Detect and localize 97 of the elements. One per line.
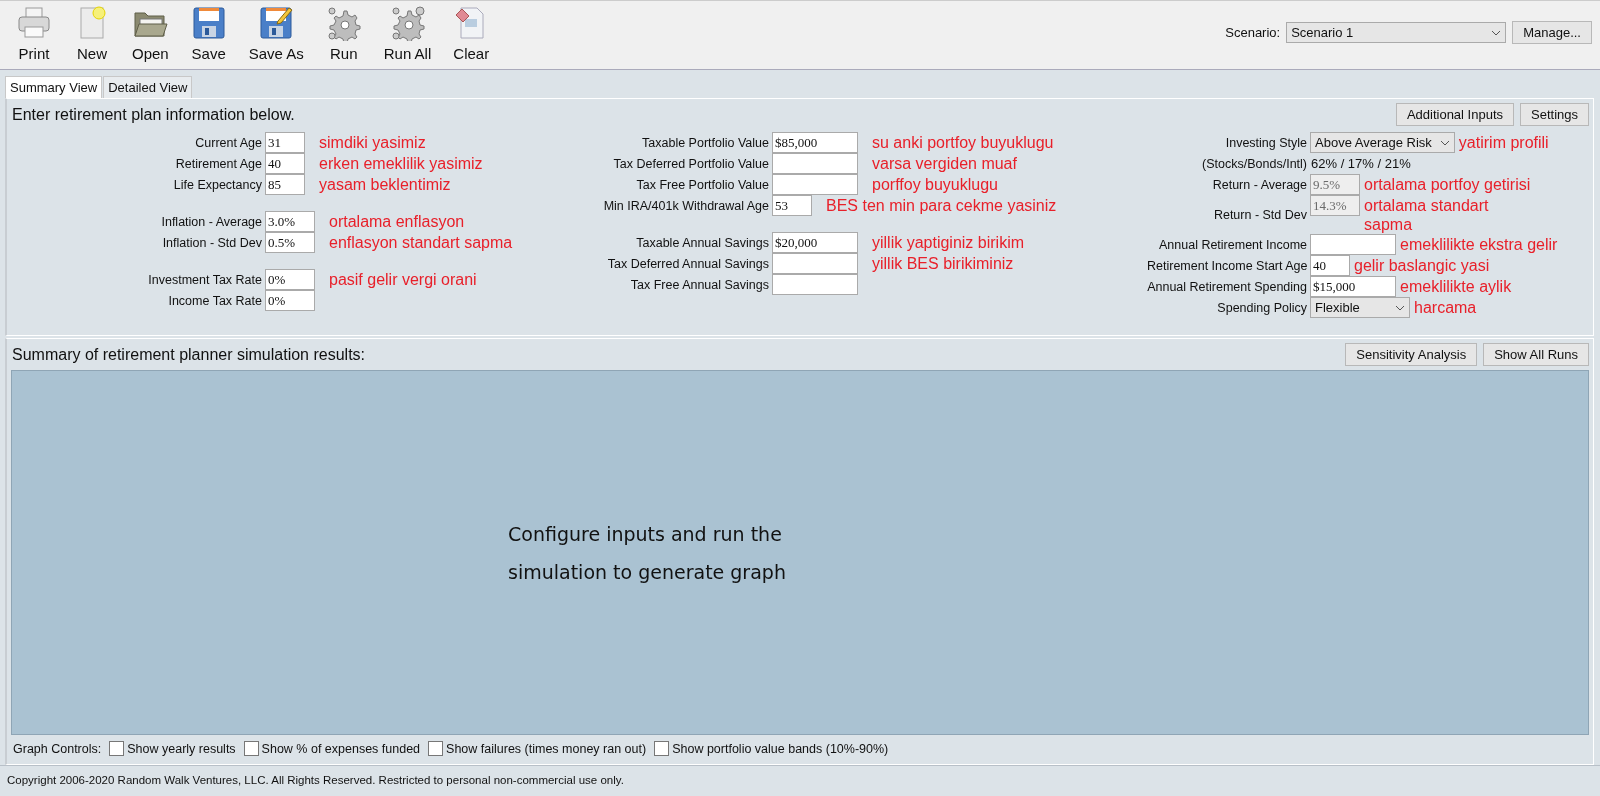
panel-button[interactable]: Settings [1520, 103, 1589, 126]
field-label: Inflation - Std Dev [161, 235, 263, 250]
floppy-pencil-icon [258, 5, 295, 41]
field-label: Tax Deferred Annual Savings [606, 256, 770, 271]
dropdown[interactable]: Above Average Risk [1310, 132, 1455, 153]
annotation-text: ortalama portfoy getirisi [1364, 175, 1531, 194]
annotation-text: yillik yaptiginiz birikim [872, 233, 1025, 252]
printer-icon [16, 5, 52, 41]
checkbox[interactable] [654, 741, 670, 756]
caret-icon [1491, 29, 1502, 36]
caret-icon [1439, 139, 1450, 146]
toolbar-button[interactable]: New [64, 5, 120, 62]
view-tab[interactable]: Summary View [5, 76, 103, 98]
field-label: Annual Retirement Income [1158, 237, 1308, 252]
gears-icon [389, 5, 426, 41]
annotation-text: su anki portfoy buyuklugu [872, 133, 1054, 152]
field-label: Retirement Age [174, 156, 263, 171]
checkbox-label: Show failures (times money ran out) [446, 741, 647, 756]
field-label: Return - Average [1211, 177, 1308, 192]
field-label: Tax Deferred Portfolio Value [612, 156, 770, 171]
panel-heading: Enter retirement plan information below. [12, 105, 295, 124]
toolbar-button[interactable]: Clear [443, 5, 500, 62]
gear-icon [325, 5, 362, 41]
checkbox[interactable] [243, 741, 259, 756]
graph-message: Configure inputs and run the simulation to generate graph [508, 521, 787, 585]
toolbar-button[interactable]: Run All [373, 5, 442, 62]
annotation-text: emeklilikte aylik [1400, 277, 1512, 296]
field-label: Annual Retirement Spending [1147, 279, 1308, 294]
checkbox-label: Show portfolio value bands (10%-90%) [672, 741, 889, 756]
annotation-text: simdiki yasimiz [319, 133, 426, 152]
panel-button[interactable]: Sensitivity Analysis [1345, 343, 1478, 366]
toolbar-button[interactable]: Print [6, 5, 62, 62]
input-field[interactable]: 0.5% [265, 232, 315, 253]
input-field[interactable]: 3.0% [265, 211, 315, 232]
annotation-text: varsa vergiden muaf [872, 154, 1017, 173]
field-label: Min IRA/401k Withdrawal Age [602, 198, 770, 213]
checkbox-label: Show yearly results [127, 741, 236, 756]
input-field[interactable]: $20,000 [772, 232, 858, 253]
field-label: Inflation - Average [160, 214, 263, 229]
input-field[interactable] [1310, 234, 1396, 255]
manage-button[interactable]: Manage... [1512, 21, 1592, 44]
status-bar: Copyright 2006-2020 Random Walk Ventures, LLC. All Rights Reserved. Restricted to personal non-commercial use only. [0, 765, 1600, 796]
toolbar-button[interactable]: Save As [238, 5, 314, 62]
annotation-text: yasam beklentimiz [319, 175, 451, 194]
field-label: Return - Std Dev [1212, 207, 1308, 222]
field-label: Current Age [194, 135, 263, 150]
dropdown[interactable]: Flexible [1310, 297, 1410, 318]
input-field[interactable]: 0% [265, 290, 315, 311]
input-field[interactable] [772, 174, 858, 195]
toolbar-button[interactable]: Run [315, 5, 372, 62]
field-label: Spending Policy [1216, 300, 1308, 315]
panel-heading: Summary of retirement planner simulation results: [12, 345, 366, 364]
annotation-text: yillik BES birikiminiz [872, 254, 1014, 273]
input-field[interactable]: 40 [265, 153, 305, 174]
annotation-text: BES ten min para cekme yasiniz [826, 196, 1057, 215]
annotation-text: harcama [1414, 298, 1477, 317]
panel-button[interactable]: Additional Inputs [1395, 103, 1514, 126]
input-field[interactable] [772, 274, 858, 295]
checkbox-label: Show % of expenses funded [261, 741, 421, 756]
annotation-text: porffoy buyuklugu [872, 175, 998, 194]
graph-controls-label: Graph Controls: [13, 741, 102, 756]
annotation-text: erken emeklilik yasimiz [319, 154, 483, 173]
field-label: Investment Tax Rate [147, 272, 263, 287]
checkbox[interactable] [428, 741, 444, 756]
annotation-text: emeklilikte ekstra gelir [1400, 235, 1558, 254]
input-field[interactable]: 53 [772, 195, 812, 216]
field-label: Retirement Income Start Age [1147, 258, 1309, 273]
scenario-dropdown[interactable]: Scenario 1 [1286, 22, 1507, 43]
field-label: (Stocks/Bonds/Intl) [1201, 156, 1308, 171]
scenario-label: Scenario: [1225, 25, 1281, 40]
allocation-readout: 62% / 17% / 21% [1310, 155, 1411, 173]
annotation-text: pasif gelir vergi orani [329, 270, 477, 289]
view-tab[interactable]: Detailed View [103, 76, 193, 98]
field-label: Income Tax Rate [167, 293, 263, 308]
input-field[interactable] [772, 153, 858, 174]
input-field[interactable]: $15,000 [1310, 276, 1396, 297]
annotation-text: gelir baslangic yasi [1354, 256, 1490, 275]
input-field[interactable]: 31 [265, 132, 305, 153]
panel-button[interactable]: Show All Runs [1483, 343, 1589, 366]
field-label: Taxable Annual Savings [635, 235, 770, 250]
input-field[interactable]: 85 [265, 174, 305, 195]
field-label: Tax Free Portfolio Value [635, 177, 770, 192]
toolbar-button[interactable]: Open [122, 5, 179, 62]
annotation-text: enflasyon standart sapma [329, 233, 513, 252]
caret-icon [1395, 304, 1405, 311]
field-label: Taxable Portfolio Value [641, 135, 770, 150]
toolbar-button[interactable]: Save [180, 5, 237, 62]
input-field[interactable]: 0% [265, 269, 315, 290]
input-field[interactable]: 40 [1310, 255, 1350, 276]
annotation-text: yatirim profili [1458, 133, 1549, 152]
field-label: Investing Style [1224, 135, 1308, 150]
input-field[interactable] [772, 253, 858, 274]
annotation-text: ortalama enflasyon [329, 212, 465, 231]
checkbox[interactable] [109, 741, 125, 756]
input-field[interactable]: $85,000 [772, 132, 858, 153]
field-label: Life Expectancy [172, 177, 263, 192]
field-label: Tax Free Annual Savings [629, 277, 770, 292]
